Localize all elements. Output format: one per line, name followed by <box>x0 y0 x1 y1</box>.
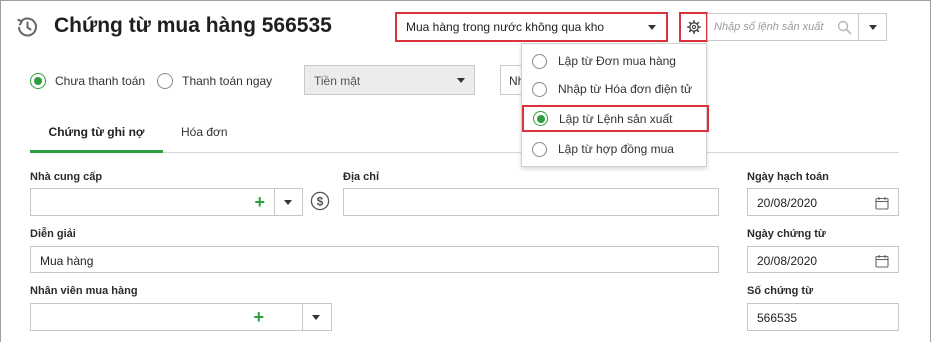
menu-item-radio <box>533 111 548 126</box>
supplier-field[interactable]: + <box>30 188 275 216</box>
chevron-down-icon <box>457 78 465 83</box>
payment-method-select: Tiền mặt <box>304 65 475 95</box>
payment-option-label: Thanh toán ngay <box>182 74 273 88</box>
secondary-select[interactable]: Nh <box>500 65 522 95</box>
menu-item-radio <box>532 53 547 69</box>
chevron-down-icon <box>284 200 292 205</box>
dollar-icon[interactable]: $ <box>310 191 330 211</box>
voucher-date-label: Ngày chứng từ <box>747 228 826 240</box>
calendar-icon[interactable] <box>875 196 889 210</box>
menu-item-from-purchase-order[interactable]: Lập từ Đơn mua hàng <box>522 49 708 73</box>
create-from-menu: Lập từ Đơn mua hàng Nhập từ Hóa đơn điện… <box>521 43 709 167</box>
buyer-label: Nhân viên mua hàng <box>30 285 138 297</box>
menu-item-from-e-invoice[interactable]: Nhập từ Hóa đơn điện tử <box>522 77 708 101</box>
search-input[interactable] <box>714 19 832 35</box>
chevron-down-icon <box>869 25 877 30</box>
search-dropdown-button[interactable] <box>858 13 887 41</box>
svg-text:$: $ <box>317 194 324 208</box>
radio-unpaid[interactable] <box>30 73 46 89</box>
posting-date-field[interactable]: 20/08/2020 <box>747 188 899 216</box>
gear-icon <box>686 20 701 34</box>
payment-option-label: Chưa thanh toán <box>55 74 146 88</box>
page-title: Chứng từ mua hàng 566535 <box>54 14 332 37</box>
menu-item-label: Lập từ Đơn mua hàng <box>558 54 676 68</box>
voucher-no-value: 566535 <box>757 311 798 325</box>
menu-item-label: Nhập từ Hóa đơn điện tử <box>558 82 693 96</box>
posting-date-value: 20/08/2020 <box>757 196 818 210</box>
menu-item-radio <box>532 141 547 157</box>
history-icon[interactable] <box>14 14 40 40</box>
description-value: Mua hàng <box>40 254 94 268</box>
payment-method-value: Tiền mặt <box>314 74 361 88</box>
settings-button[interactable] <box>679 12 708 42</box>
plus-icon[interactable]: + <box>253 308 264 326</box>
plus-icon[interactable]: + <box>254 193 265 211</box>
voucher-no-field[interactable]: 566535 <box>747 303 899 331</box>
chevron-down-icon <box>312 315 320 320</box>
buyer-field[interactable]: + <box>30 303 303 331</box>
payment-option-unpaid[interactable]: Chưa thanh toán <box>30 73 145 89</box>
address-label: Địa chỉ <box>343 171 380 183</box>
tab-invoice[interactable]: Hóa đơn <box>181 124 228 153</box>
menu-item-label: Lập từ hợp đồng mua <box>558 142 674 156</box>
voucher-type-select[interactable]: Mua hàng trong nước không qua kho <box>395 12 668 42</box>
voucher-date-field[interactable]: 20/08/2020 <box>747 246 899 273</box>
menu-item-from-production-order[interactable]: Lập từ Lệnh sản xuất <box>522 105 709 132</box>
supplier-dropdown-button[interactable] <box>274 188 303 216</box>
tab-debit-voucher[interactable]: Chứng từ ghi nợ <box>30 124 163 153</box>
calendar-icon[interactable] <box>875 254 889 268</box>
buyer-dropdown-button[interactable] <box>302 303 332 331</box>
description-field[interactable]: Mua hàng <box>30 246 719 273</box>
posting-date-label: Ngày hạch toán <box>747 171 829 183</box>
payment-option-pay-now[interactable]: Thanh toán ngay <box>157 73 272 89</box>
menu-item-from-purchase-contract[interactable]: Lập từ hợp đồng mua <box>522 137 708 161</box>
voucher-no-label: Số chứng từ <box>747 285 814 297</box>
search-icon[interactable] <box>837 20 852 35</box>
payment-status-group: Chưa thanh toán Thanh toán ngay <box>30 72 284 90</box>
address-field[interactable] <box>343 188 719 216</box>
supplier-label: Nhà cung cấp <box>30 171 103 183</box>
voucher-date-value: 20/08/2020 <box>757 254 818 268</box>
production-order-search[interactable] <box>707 13 859 41</box>
chevron-down-icon <box>648 25 656 30</box>
description-label: Diễn giải <box>30 228 76 240</box>
radio-pay-now[interactable] <box>157 73 174 89</box>
menu-item-radio <box>532 81 547 97</box>
voucher-type-value: Mua hàng trong nước không qua kho <box>406 20 605 34</box>
menu-item-label: Lập từ Lệnh sản xuất <box>559 111 673 126</box>
